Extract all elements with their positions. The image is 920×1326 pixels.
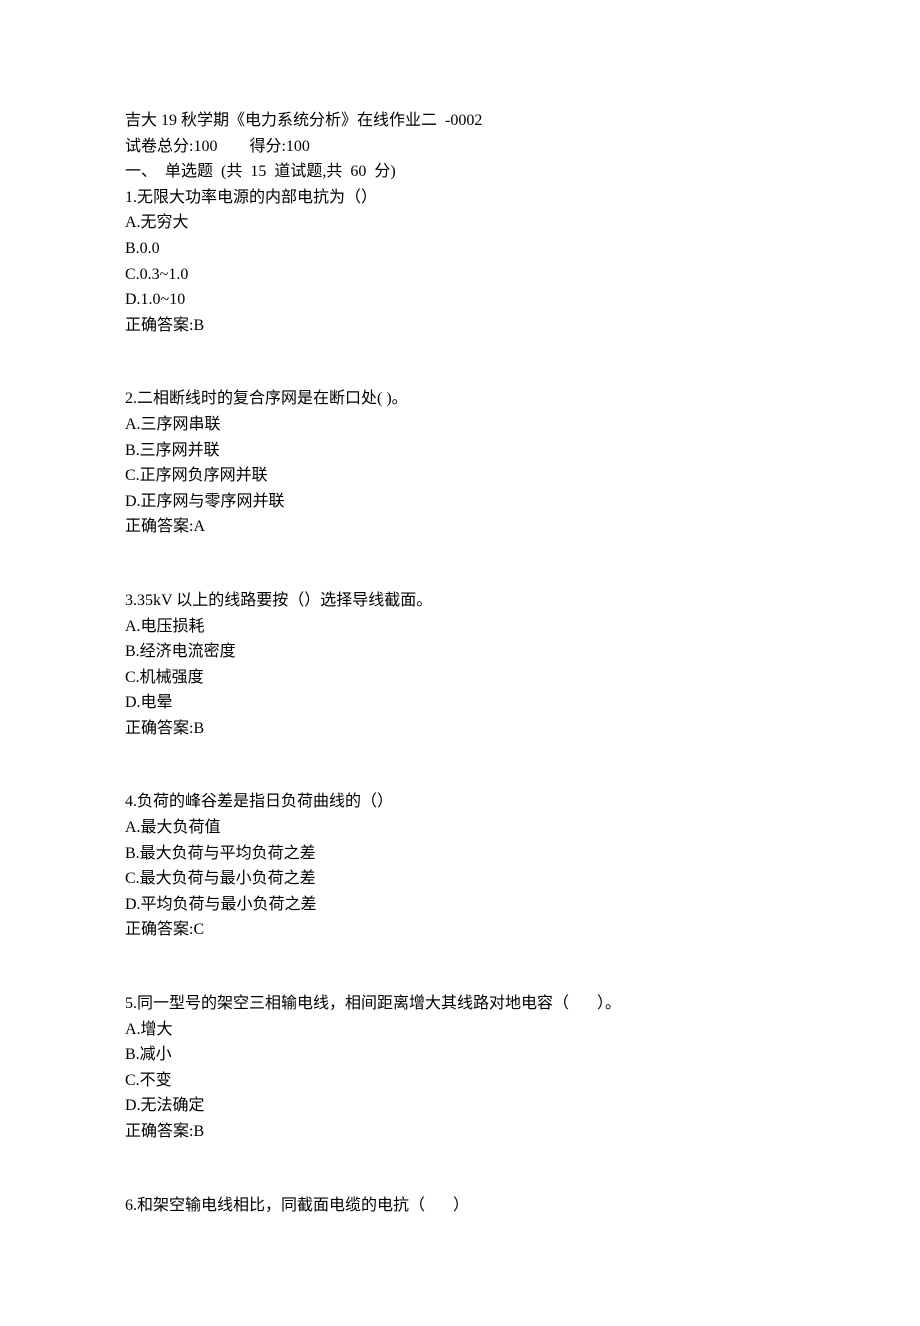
question-option: B.减小 [125, 1042, 795, 1068]
question-option: D.平均负荷与最小负荷之差 [125, 892, 795, 918]
section-title: 一、 单选题 (共 15 道试题,共 60 分) [125, 159, 795, 185]
question-option: A.无穷大 [125, 210, 795, 236]
question-stem: 5.同一型号的架空三相输电线，相间距离增大其线路对地电容（ ）。 [125, 991, 795, 1017]
question-block: 5.同一型号的架空三相输电线，相间距离增大其线路对地电容（ ）。 A.增大 B.… [125, 991, 795, 1145]
question-option: C.0.3~1.0 [125, 262, 795, 288]
question-option: D.1.0~10 [125, 287, 795, 313]
question-option: C.最大负荷与最小负荷之差 [125, 866, 795, 892]
question-answer: 正确答案:C [125, 917, 795, 943]
question-answer: 正确答案:B [125, 313, 795, 339]
question-option: A.电压损耗 [125, 614, 795, 640]
question-option: D.正序网与零序网并联 [125, 489, 795, 515]
question-block: 6.和架空输电线相比，同截面电缆的电抗（ ） [125, 1193, 795, 1219]
question-stem: 6.和架空输电线相比，同截面电缆的电抗（ ） [125, 1193, 795, 1219]
question-stem: 2.二相断线时的复合序网是在断口处( )。 [125, 386, 795, 412]
question-block: 1.无限大功率电源的内部电抗为（） A.无穷大 B.0.0 C.0.3~1.0 … [125, 185, 795, 339]
question-answer: 正确答案:B [125, 1119, 795, 1145]
question-answer: 正确答案:A [125, 514, 795, 540]
question-option: A.三序网串联 [125, 412, 795, 438]
question-option: D.电晕 [125, 690, 795, 716]
question-block: 2.二相断线时的复合序网是在断口处( )。 A.三序网串联 B.三序网并联 C.… [125, 386, 795, 540]
question-option: C.正序网负序网并联 [125, 463, 795, 489]
earned-score: 得分:100 [249, 138, 309, 155]
question-block: 3.35kV 以上的线路要按（）选择导线截面。 A.电压损耗 B.经济电流密度 … [125, 588, 795, 742]
question-stem: 1.无限大功率电源的内部电抗为（） [125, 185, 795, 211]
score-line: 试卷总分:100 得分:100 [125, 134, 795, 160]
total-score: 试卷总分:100 [125, 138, 217, 155]
question-option: B.三序网并联 [125, 438, 795, 464]
question-option: B.最大负荷与平均负荷之差 [125, 841, 795, 867]
question-option: C.机械强度 [125, 665, 795, 691]
question-option: D.无法确定 [125, 1093, 795, 1119]
question-option: A.增大 [125, 1017, 795, 1043]
exam-header: 吉大 19 秋学期《电力系统分析》在线作业二 -0002 试卷总分:100 得分… [125, 108, 795, 338]
question-option: A.最大负荷值 [125, 815, 795, 841]
exam-title: 吉大 19 秋学期《电力系统分析》在线作业二 -0002 [125, 108, 795, 134]
question-block: 4.负荷的峰谷差是指日负荷曲线的（） A.最大负荷值 B.最大负荷与平均负荷之差… [125, 789, 795, 943]
question-stem: 3.35kV 以上的线路要按（）选择导线截面。 [125, 588, 795, 614]
question-answer: 正确答案:B [125, 716, 795, 742]
question-option: B.0.0 [125, 236, 795, 262]
question-option: C.不变 [125, 1068, 795, 1094]
question-option: B.经济电流密度 [125, 639, 795, 665]
question-stem: 4.负荷的峰谷差是指日负荷曲线的（） [125, 789, 795, 815]
